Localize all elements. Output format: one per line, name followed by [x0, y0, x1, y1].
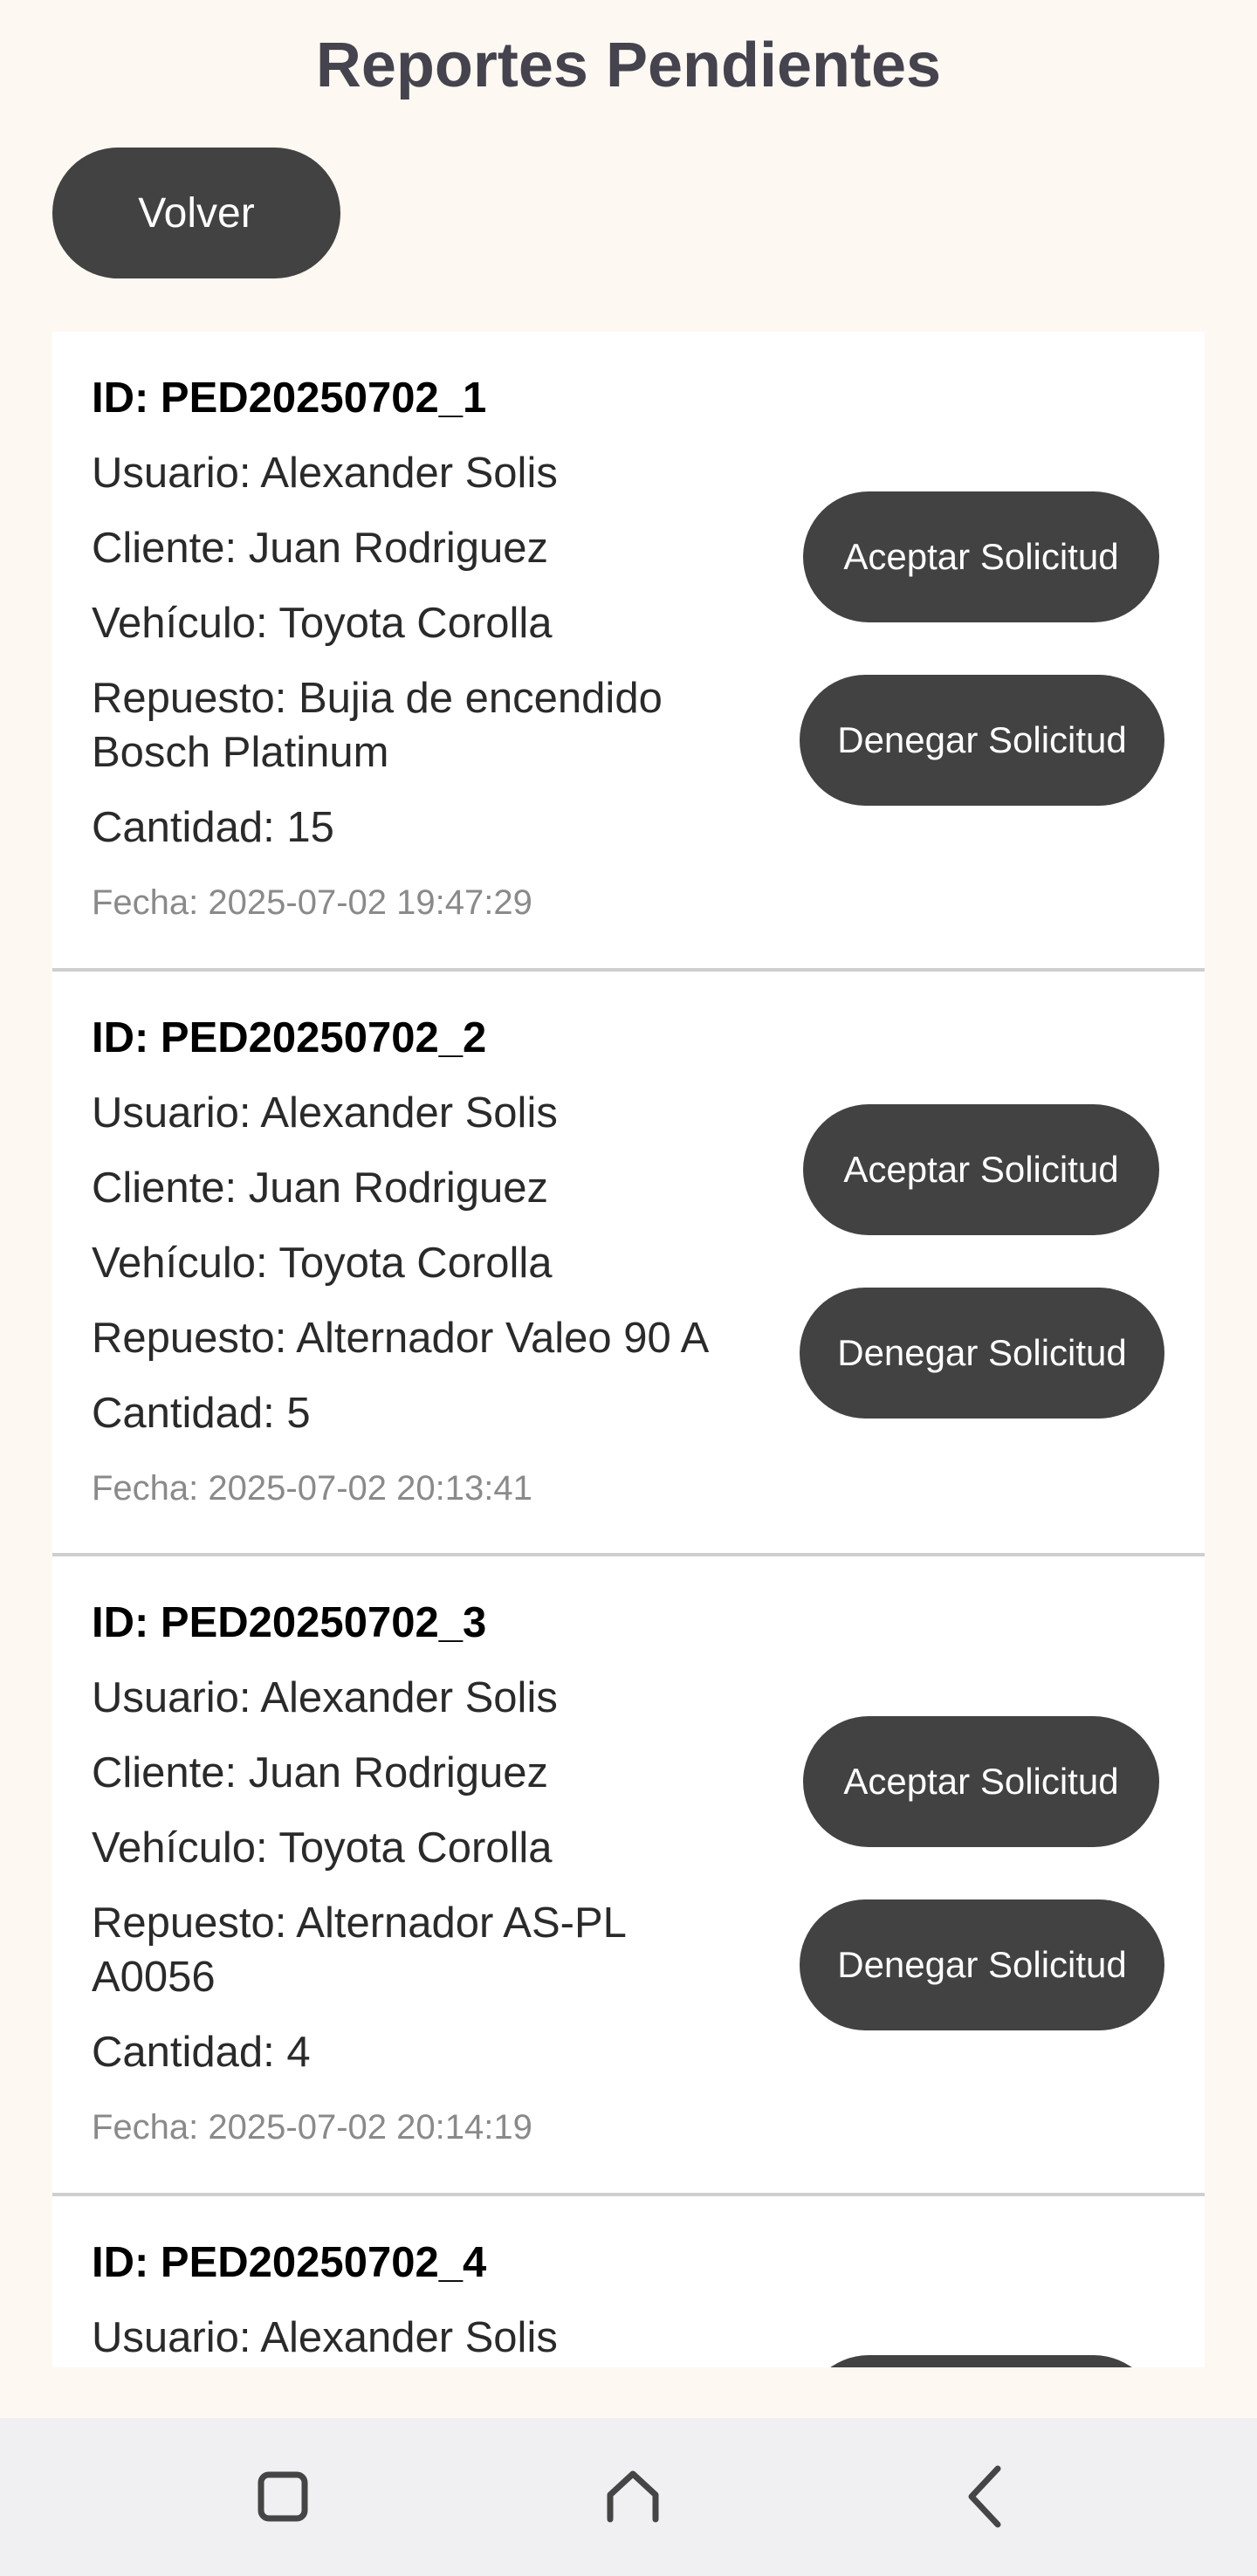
request-date: Fecha: 2025-07-02 20:14:19	[92, 2108, 532, 2147]
requests-list[interactable]: ID: PED20250702_1 Usuario: Alexander Sol…	[52, 332, 1205, 2367]
chevron-left-icon	[968, 2465, 1001, 2528]
back-nav-button[interactable]	[934, 2444, 1039, 2549]
request-user: Usuario: Alexander Solis	[92, 2314, 558, 2361]
accept-request-button[interactable]: Aceptar Solicitud	[803, 1104, 1159, 1235]
request-client: Cliente: Juan Rodriguez	[92, 525, 548, 572]
system-navigation-bar	[0, 2418, 1257, 2576]
request-user: Usuario: Alexander Solis	[92, 1674, 558, 1721]
request-quantity: Cantidad: 15	[92, 804, 334, 851]
request-quantity: Cantidad: 4	[92, 2029, 311, 2076]
request-id: ID: PED20250702_3	[92, 1599, 487, 1646]
request-info: ID: PED20250702_3 Usuario: Alexander Sol…	[92, 1596, 816, 2154]
request-id: ID: PED20250702_4	[92, 2239, 487, 2286]
recents-button[interactable]	[230, 2444, 335, 2549]
accept-request-button[interactable]: Aceptar Solicitud	[803, 491, 1159, 622]
request-vehicle: Vehículo: Toyota Corolla	[92, 600, 553, 647]
deny-request-button[interactable]: Denegar Solicitud	[800, 1288, 1164, 1419]
request-card: ID: PED20250702_4 Usuario: Alexander Sol…	[52, 2196, 1205, 2367]
request-part-line2: A0056	[92, 1954, 216, 2001]
request-id: ID: PED20250702_1	[92, 374, 487, 422]
accept-request-button[interactable]	[803, 2355, 1159, 2367]
request-vehicle: Vehículo: Toyota Corolla	[92, 1240, 553, 1287]
back-button[interactable]: Volver	[52, 148, 340, 278]
request-part: Repuesto: Bujia de encendido Bosch Plati…	[92, 671, 816, 780]
square-icon	[258, 2471, 308, 2522]
pending-reports-screen: Reportes Pendientes Volver ID: PED202507…	[0, 0, 1257, 2576]
home-button[interactable]	[580, 2444, 685, 2549]
request-date: Fecha: 2025-07-02 20:13:41	[92, 1469, 532, 1508]
home-icon	[607, 2470, 659, 2523]
accept-request-button[interactable]: Aceptar Solicitud	[803, 1716, 1159, 1847]
request-part-line1: Repuesto: Alternador AS-PL	[92, 1899, 627, 1947]
request-quantity: Cantidad: 5	[92, 1390, 311, 1437]
page-title: Reportes Pendientes	[315, 31, 942, 100]
request-card: ID: PED20250702_2 Usuario: Alexander Sol…	[52, 972, 1205, 1556]
request-part-line1: Repuesto: Bujia de encendido	[92, 675, 663, 722]
request-client: Cliente: Juan Rodriguez	[92, 1749, 548, 1796]
request-id: ID: PED20250702_2	[92, 1014, 487, 1061]
request-part: Repuesto: Alternador AS-PL A0056	[92, 1896, 816, 2004]
request-user: Usuario: Alexander Solis	[92, 1089, 558, 1137]
request-user: Usuario: Alexander Solis	[92, 450, 558, 497]
request-card: ID: PED20250702_1 Usuario: Alexander Sol…	[52, 332, 1205, 972]
request-info: ID: PED20250702_1 Usuario: Alexander Sol…	[92, 371, 816, 930]
deny-request-button[interactable]: Denegar Solicitud	[800, 675, 1164, 806]
request-info: ID: PED20250702_4 Usuario: Alexander Sol…	[92, 2236, 816, 2367]
request-vehicle: Vehículo: Toyota Corolla	[92, 1824, 553, 1872]
request-part: Repuesto: Alternador Valeo 90 A	[92, 1315, 710, 1362]
request-part-line2: Bosch Platinum	[92, 729, 389, 776]
request-client: Cliente: Juan Rodriguez	[92, 1164, 548, 1212]
request-date: Fecha: 2025-07-02 19:47:29	[92, 883, 532, 922]
deny-request-button[interactable]: Denegar Solicitud	[800, 1899, 1164, 2030]
request-card: ID: PED20250702_3 Usuario: Alexander Sol…	[52, 1556, 1205, 2196]
request-info: ID: PED20250702_2 Usuario: Alexander Sol…	[92, 1011, 816, 1515]
